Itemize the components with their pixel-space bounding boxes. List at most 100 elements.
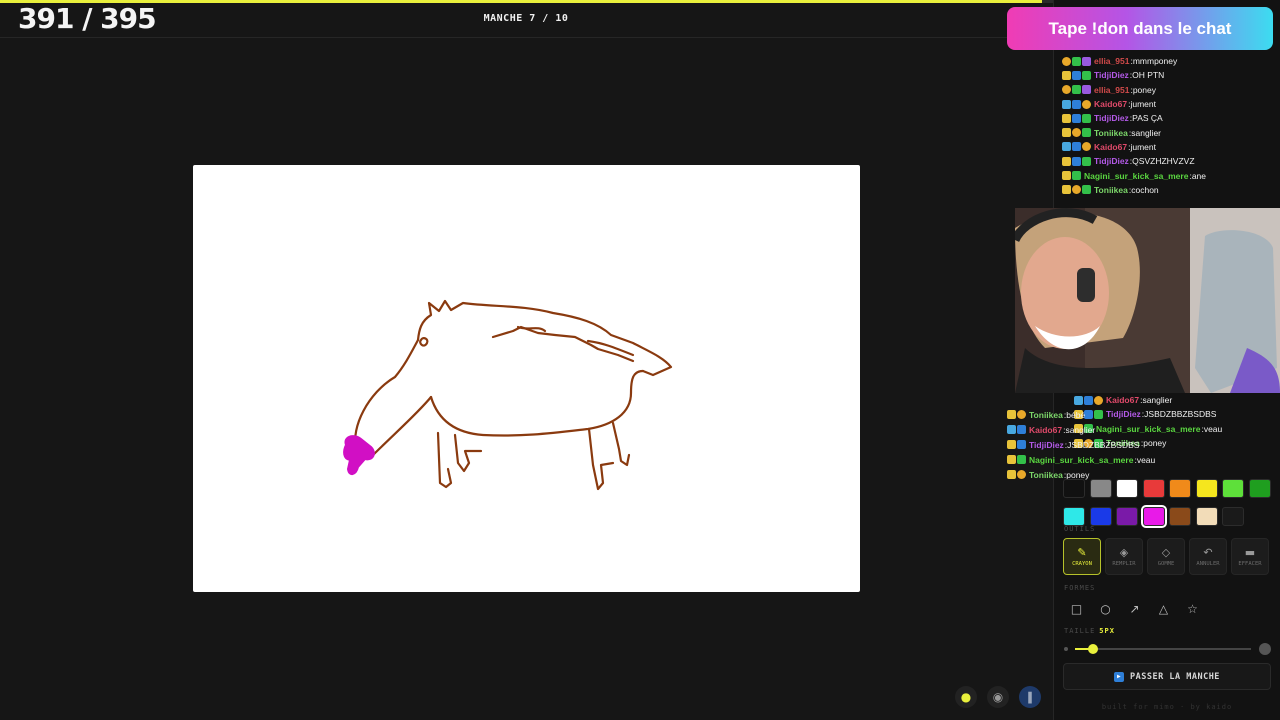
chat-username[interactable]: Toniikea: [1094, 185, 1128, 195]
color-swatch[interactable]: [1169, 479, 1191, 498]
eraser-icon: ◇: [1161, 545, 1171, 559]
drawing-svg: [343, 299, 673, 491]
chat-badge-icon: [1017, 425, 1026, 434]
color-swatch[interactable]: [1142, 479, 1165, 498]
chat-username[interactable]: TidjiDiez: [1029, 440, 1064, 450]
color-swatch[interactable]: [1063, 507, 1085, 526]
chat-badge-icon: [1007, 410, 1016, 419]
chat-badge-icon: [1072, 142, 1081, 152]
chat-message: Kaido67: sanglier: [1007, 422, 1207, 437]
chat-message: ellia_951: poney: [1062, 83, 1276, 97]
chat-badge-icon: [1007, 425, 1016, 434]
chat-badge-icon: [1072, 113, 1081, 123]
chat-username[interactable]: TidjiDiez: [1094, 113, 1129, 123]
chat-username[interactable]: Toniikea: [1094, 128, 1128, 138]
chat-badge-icon: [1007, 455, 1016, 464]
chat-message: Kaido67: jument: [1062, 97, 1276, 111]
chat-text: cochon: [1131, 184, 1159, 195]
chat-badge-icon: [1062, 99, 1071, 109]
chat-username[interactable]: Nagini_sur_kick_sa_mere: [1084, 171, 1188, 181]
tool-effacer-button[interactable]: ▬ EFFACER: [1231, 538, 1269, 575]
tool-remplir-button[interactable]: ◈ REMPLIR: [1105, 538, 1143, 575]
color-swatch[interactable]: [1089, 507, 1112, 526]
color-swatch[interactable]: [1116, 479, 1138, 498]
chat-username[interactable]: ellia_951: [1094, 85, 1129, 95]
score-counter: 391 / 395: [18, 2, 157, 35]
hint-lightbulb-icon[interactable]: ●: [955, 686, 977, 708]
chat-badges: [1062, 113, 1091, 123]
chat-badges: [1062, 56, 1091, 66]
chat-badges: [1062, 70, 1091, 80]
color-swatch[interactable]: [1248, 479, 1271, 498]
chat-text: poney: [1132, 84, 1156, 95]
brush-size-min-icon: [1064, 647, 1068, 651]
chat-username[interactable]: Kaido67: [1106, 395, 1139, 405]
chat-badges: [1007, 440, 1026, 449]
chat-text: mmmponey: [1132, 56, 1178, 67]
ellipse-icon[interactable]: ○: [1093, 597, 1118, 620]
chat-badge-icon: [1072, 85, 1081, 95]
color-swatch[interactable]: [1222, 479, 1244, 498]
webcam-image: [1015, 208, 1280, 393]
drawing-leg3-stroke: [587, 427, 615, 491]
chat-badge-icon: [1017, 440, 1026, 449]
tool-label: CRAYON: [1072, 560, 1092, 567]
color-swatch[interactable]: [1116, 507, 1138, 526]
chat-username[interactable]: Toniikea: [1029, 470, 1063, 480]
skip-round-button[interactable]: ▶ PASSER LA MANCHE: [1063, 663, 1271, 690]
brush-size-slider-thumb[interactable]: [1087, 644, 1098, 654]
chat-username[interactable]: ellia_951: [1094, 56, 1129, 66]
color-swatch[interactable]: [1169, 507, 1191, 526]
color-swatch[interactable]: [1195, 507, 1218, 526]
rectangle-icon[interactable]: □: [1064, 597, 1089, 620]
chat-badges: [1074, 395, 1103, 405]
donation-banner: Tape !don dans le chat: [1007, 7, 1273, 50]
tool-label: REMPLIR: [1112, 560, 1136, 567]
chat-message: TidjiDiez: QSVZHZHVZVZ: [1062, 154, 1276, 168]
chat-text: QSVZHZHVZVZ: [1132, 156, 1195, 167]
skip-round-label: PASSER LA MANCHE: [1130, 671, 1220, 682]
top-bar: 391 / 395 MANCHE 7 / 10: [0, 0, 1053, 38]
chat-text: jument: [1130, 141, 1156, 152]
chat-badge-icon: [1062, 85, 1071, 95]
color-swatch[interactable]: [1222, 507, 1244, 526]
chat-badge-icon: [1062, 171, 1071, 181]
arrow-icon[interactable]: ↗: [1122, 597, 1147, 620]
chat-badge-icon: [1072, 156, 1081, 166]
tool-annuler-button[interactable]: ↶ ANNULER: [1189, 538, 1227, 575]
chat-username[interactable]: Kaido67: [1094, 142, 1127, 152]
chat-message: Nagini_sur_kick_sa_mere: veau: [1007, 452, 1207, 467]
chat-message: TidjiDiez: PAS ÇA: [1062, 111, 1276, 125]
shape-bar: □ ○ ↗ △ ☆: [1064, 597, 1205, 620]
chat-username[interactable]: Kaido67: [1029, 425, 1062, 435]
chat-username[interactable]: Nagini_sur_kick_sa_mere: [1029, 455, 1133, 465]
bottom-icon-bar: ● ◉ ∥: [955, 686, 1041, 708]
brush-size-row: TAILLE 5PX: [1064, 627, 1115, 635]
star-icon[interactable]: ☆: [1180, 597, 1205, 620]
brush-size-slider[interactable]: [1075, 648, 1251, 650]
chat-badge-icon: [1082, 85, 1091, 95]
triangle-icon[interactable]: △: [1151, 597, 1176, 620]
eye-icon[interactable]: ◉: [987, 686, 1009, 708]
pause-icon[interactable]: ∥: [1019, 686, 1041, 708]
chat-badges: [1062, 85, 1091, 95]
chat-username[interactable]: Kaido67: [1094, 99, 1127, 109]
chat-message: Toniikea: cochon: [1062, 183, 1276, 197]
fill-bucket-icon: ◈: [1119, 545, 1129, 559]
chat-badges: [1062, 185, 1091, 195]
chat-username[interactable]: Toniikea: [1029, 410, 1063, 420]
chat-badge-icon: [1072, 128, 1081, 138]
chat-text: veau: [1136, 454, 1156, 465]
chat-message: TidjiDiez: OH PTN: [1062, 68, 1276, 82]
color-swatch[interactable]: [1063, 479, 1085, 498]
drawing-canvas[interactable]: [193, 165, 860, 592]
color-swatch[interactable]: [1195, 479, 1218, 498]
tool-crayon-button[interactable]: ✎ CRAYON: [1063, 538, 1101, 575]
color-swatch[interactable]: [1089, 479, 1112, 498]
chat-username[interactable]: TidjiDiez: [1094, 70, 1129, 80]
color-swatch[interactable]: [1140, 505, 1167, 528]
chat-username[interactable]: TidjiDiez: [1094, 156, 1129, 166]
drawing-leg2-stroke: [453, 433, 483, 473]
tool-gomme-button[interactable]: ◇ GOMME: [1147, 538, 1185, 575]
webcam-feed: [1015, 208, 1280, 393]
